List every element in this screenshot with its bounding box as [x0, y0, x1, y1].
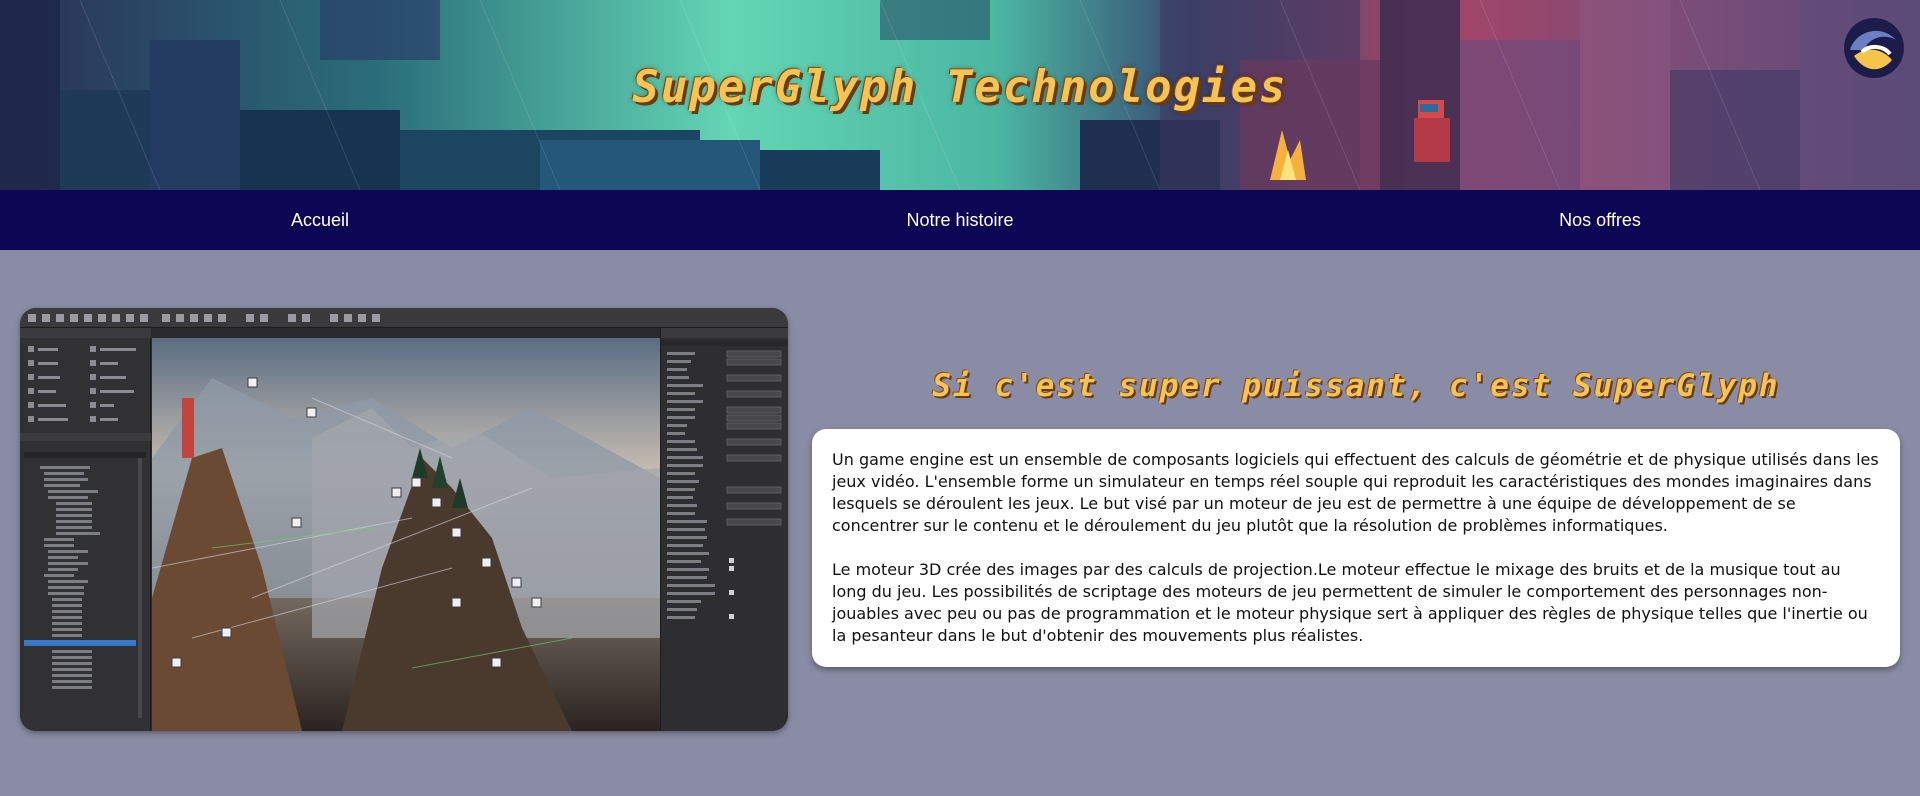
description-paragraph-1: Un game engine est un ensemble de compos… [832, 450, 1879, 535]
main-nav: Accueil Notre histoire Nos offres [0, 190, 1920, 250]
nav-item-accueil[interactable]: Accueil [0, 190, 640, 250]
nav-item-nos-offres[interactable]: Nos offres [1280, 190, 1920, 250]
header-banner: SuperGlyph Technologies [0, 0, 1920, 190]
swirl-logo-icon[interactable] [1842, 16, 1906, 80]
brand-title: SuperGlyph Technologies [632, 62, 1288, 113]
toolbar-icons [28, 314, 380, 322]
description-paragraph-2: Le moteur 3D crée des images par des cal… [832, 560, 1868, 645]
description-card: Un game engine est un ensemble de compos… [812, 429, 1900, 667]
nav-item-notre-histoire[interactable]: Notre histoire [640, 190, 1280, 250]
properties-content [661, 328, 788, 619]
editor-toolbar [20, 308, 788, 328]
editor-viewport [152, 338, 660, 731]
editor-properties-panel [660, 328, 788, 731]
game-engine-editor-screenshot [20, 308, 788, 731]
left-panel-content [20, 328, 151, 718]
viewport-scene [152, 338, 660, 731]
editor-left-panel [20, 328, 151, 731]
section-title: Si c'est super puissant, c'est SuperGlyp… [932, 368, 1780, 404]
